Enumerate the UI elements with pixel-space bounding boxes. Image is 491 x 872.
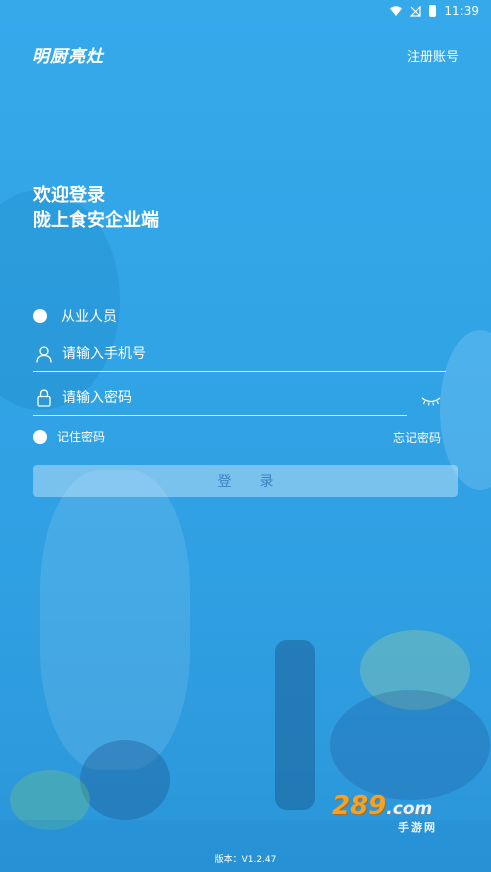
remember-label: 记住密码 xyxy=(57,430,106,444)
remember-radio[interactable] xyxy=(33,429,47,444)
forgot-password-link[interactable]: 忘记密码 xyxy=(393,429,441,446)
top-bar: 明厨亮灶 注册账号 xyxy=(32,40,459,68)
background-apron xyxy=(40,470,190,770)
eye-closed-icon[interactable] xyxy=(421,393,441,407)
signal-off-icon xyxy=(410,5,422,17)
welcome-line-1: 欢迎登录 xyxy=(33,185,105,206)
register-account-link[interactable]: 注册账号 xyxy=(407,46,459,65)
background-bowl xyxy=(330,690,490,800)
welcome-heading: 欢迎登录 陇上食安企业端 xyxy=(33,183,159,233)
watermark-suffix: .com xyxy=(386,799,433,819)
password-input[interactable] xyxy=(62,390,407,406)
app-logo: 明厨亮灶 xyxy=(32,47,104,67)
lock-icon xyxy=(33,387,55,409)
password-field xyxy=(33,381,407,416)
wifi-icon xyxy=(390,6,403,16)
battery-icon xyxy=(429,5,437,17)
remember-password-option[interactable]: 记住密码 xyxy=(33,428,105,445)
watermark-sub: 手游网 xyxy=(398,821,437,834)
welcome-line-2: 陇上食安企业端 xyxy=(33,210,159,231)
phone-field xyxy=(33,337,446,372)
watermark-main: 289 xyxy=(332,791,387,821)
role-radio[interactable] xyxy=(33,309,47,323)
role-option-staff[interactable]: 从业人员 xyxy=(33,306,117,326)
role-label: 从业人员 xyxy=(61,309,117,325)
login-button[interactable]: 登录 xyxy=(33,465,458,497)
status-bar: 11:39 xyxy=(0,0,491,22)
phone-input[interactable] xyxy=(62,346,446,362)
site-watermark: 289.com xyxy=(332,793,432,822)
background-bottle xyxy=(275,640,315,810)
background-vegetable xyxy=(80,740,170,820)
user-icon xyxy=(33,343,55,365)
status-time: 11:39 xyxy=(444,4,479,18)
version-label: 版本：V1.2.47 xyxy=(214,855,277,865)
